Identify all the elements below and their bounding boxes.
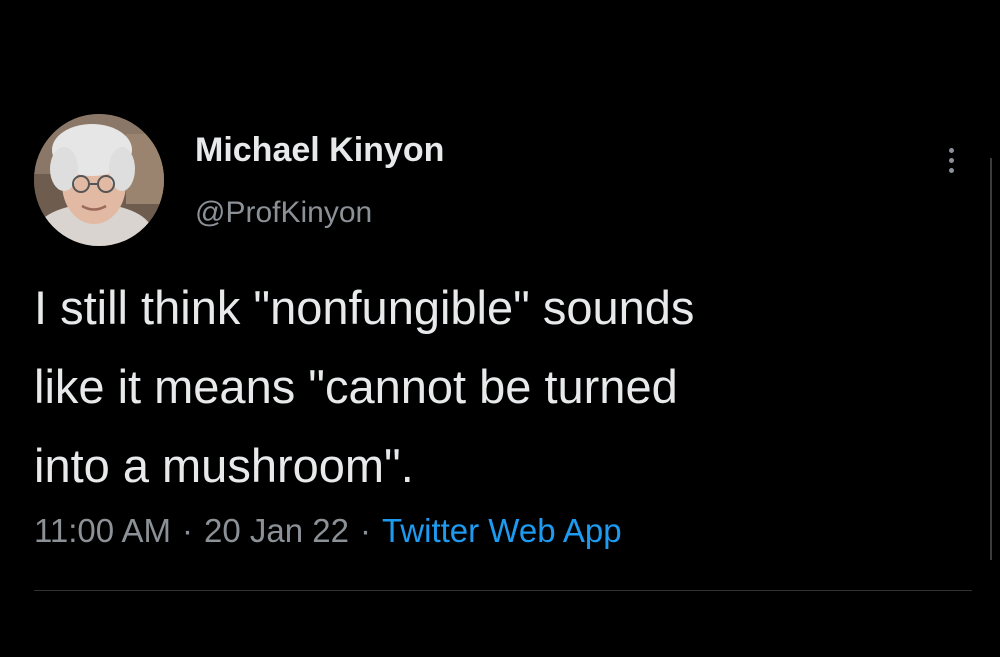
- tweet-text: I still think "nonfungible" sounds like …: [34, 281, 695, 492]
- author-handle[interactable]: @ProfKinyon: [195, 196, 372, 230]
- tweet-date[interactable]: 20 Jan 22: [204, 512, 349, 549]
- tweet-source-link[interactable]: Twitter Web App: [382, 512, 622, 549]
- avatar-image: [34, 114, 164, 246]
- avatar[interactable]: [34, 114, 164, 246]
- author-display-name[interactable]: Michael Kinyon: [195, 131, 444, 170]
- more-options-icon-dot: [948, 167, 954, 173]
- tweet-card: Michael Kinyon @ProfKinyon I still think…: [0, 0, 1000, 657]
- tweet-metadata: 11:00 AM · 20 Jan 22 · Twitter Web App: [34, 512, 622, 550]
- more-options-icon-dot: [948, 157, 954, 163]
- more-options-button[interactable]: [936, 140, 966, 180]
- divider: [34, 590, 972, 591]
- scrollbar[interactable]: [990, 158, 992, 560]
- meta-separator: ·: [359, 512, 371, 549]
- tweet-time[interactable]: 11:00 AM: [34, 512, 171, 549]
- more-options-icon: [948, 147, 954, 153]
- meta-separator: ·: [181, 512, 193, 549]
